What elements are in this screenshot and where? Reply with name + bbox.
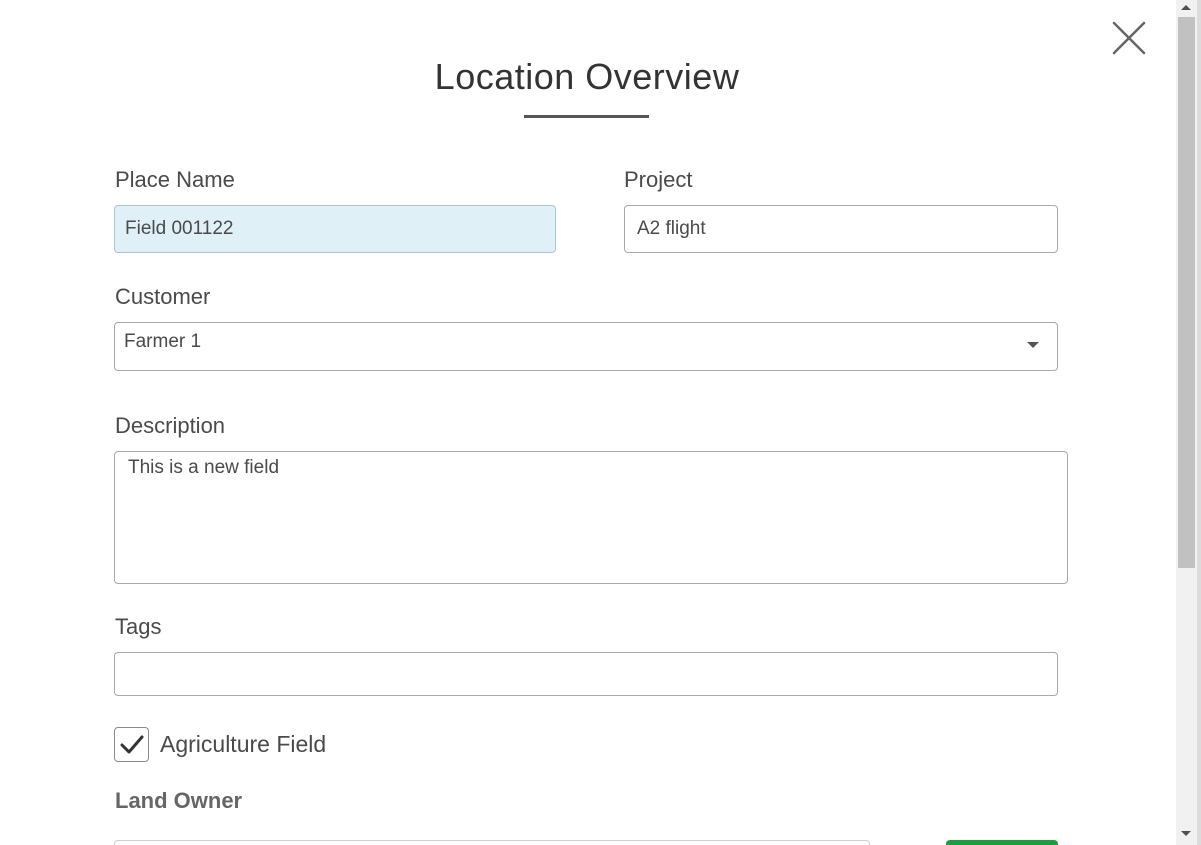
scrollbar-thumb[interactable] — [1178, 17, 1195, 568]
description-value: This is a new field — [128, 457, 280, 478]
tags-label: Tags — [115, 614, 162, 639]
place-name-value: Field 001122 — [125, 218, 234, 239]
tags-input[interactable] — [114, 652, 1058, 696]
close-button[interactable] — [1110, 19, 1148, 57]
title-underline — [524, 115, 649, 118]
customer-label: Customer — [115, 284, 211, 309]
scroll-down-icon[interactable] — [1181, 831, 1191, 836]
scroll-up-icon[interactable] — [1181, 5, 1191, 10]
chevron-down-icon — [1027, 342, 1039, 348]
project-input[interactable]: A2 flight — [624, 205, 1058, 253]
land-owner-heading: Land Owner — [115, 788, 243, 813]
customer-select[interactable]: Farmer 1 — [114, 322, 1058, 371]
window-edge — [1197, 0, 1201, 845]
place-name-input[interactable]: Field 001122 — [114, 205, 556, 253]
close-icon — [1112, 21, 1146, 55]
place-name-label: Place Name — [115, 167, 235, 192]
land-owner-input[interactable] — [114, 840, 870, 845]
page-title: Location Overview — [434, 56, 740, 97]
agriculture-field-checkbox[interactable] — [114, 727, 149, 762]
description-label: Description — [115, 413, 226, 438]
location-overview-modal: Location Overview Place Name Field 00112… — [0, 0, 1201, 845]
check-icon — [120, 735, 144, 754]
customer-selected-value: Farmer 1 — [124, 331, 202, 352]
project-value: A2 flight — [637, 218, 706, 239]
description-textarea[interactable]: This is a new field — [114, 451, 1068, 584]
project-label: Project — [624, 167, 693, 192]
add-land-owner-button[interactable] — [946, 840, 1058, 845]
agriculture-field-label[interactable]: Agriculture Field — [160, 731, 326, 758]
